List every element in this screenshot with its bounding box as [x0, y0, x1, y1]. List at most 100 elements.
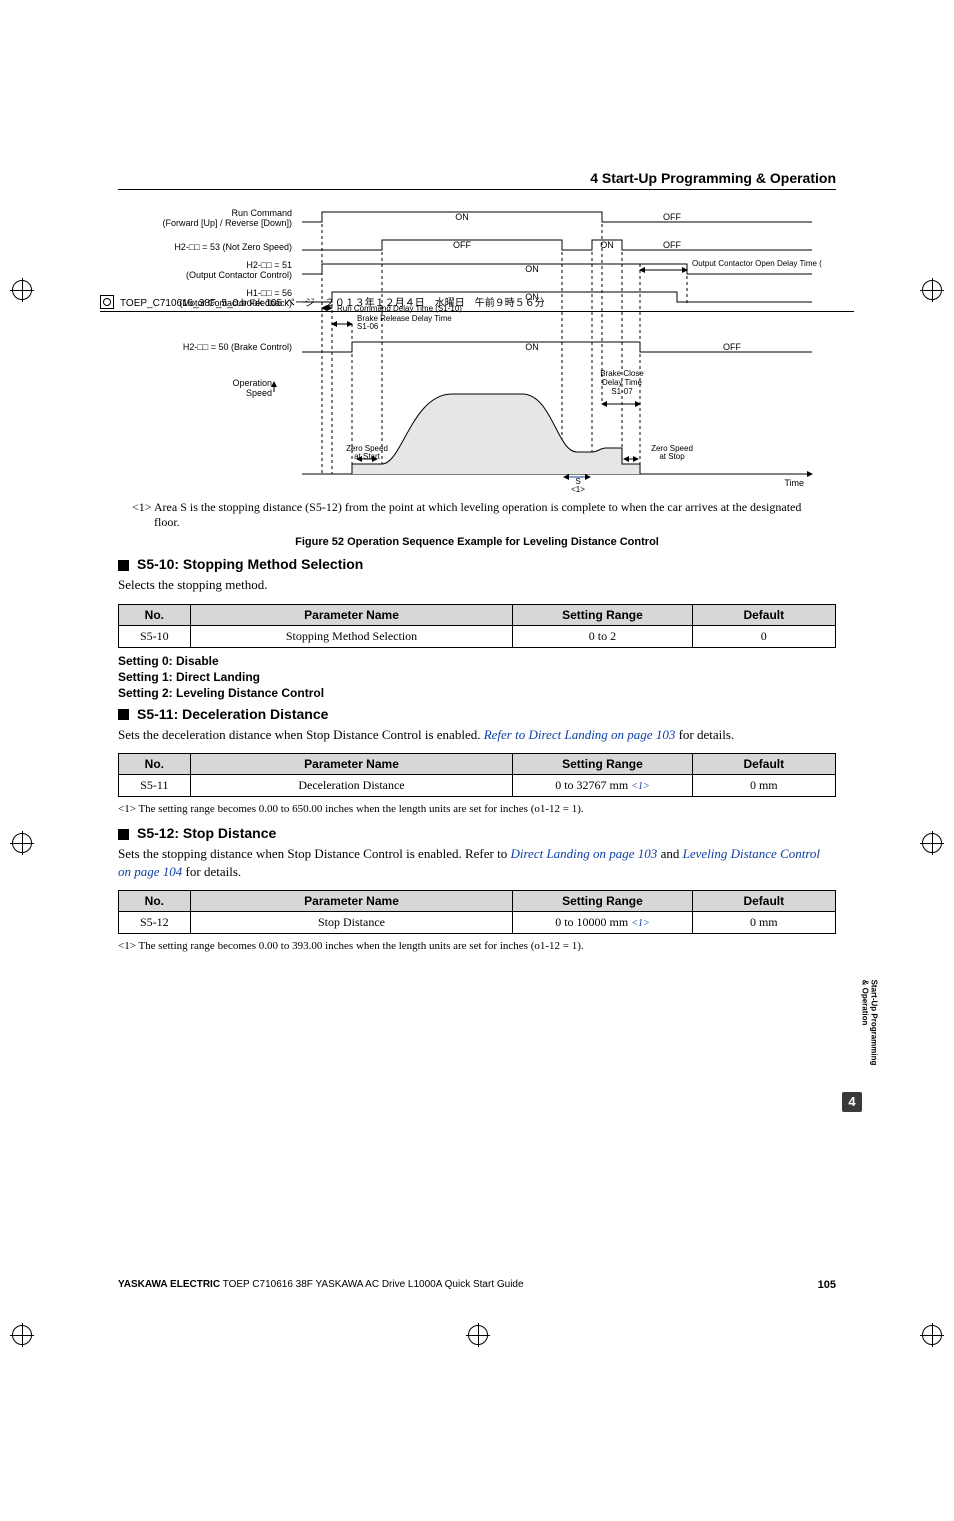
- th-name: Parameter Name: [190, 754, 513, 775]
- svg-text:Time: Time: [784, 478, 804, 488]
- svg-text:Delay Time: Delay Time: [602, 378, 643, 387]
- link-direct-landing-103b[interactable]: Direct Landing on page 103: [510, 846, 657, 861]
- figure-52-diagram: Run Command (Forward [Up] / Reverse [Dow…: [132, 204, 822, 494]
- table-row: S5-11 Deceleration Distance 0 to 32767 m…: [119, 775, 836, 797]
- row3-label-b: (Output Contactor Control): [186, 270, 292, 280]
- setting-1: Setting 1: Direct Landing: [118, 670, 836, 684]
- cell-range: 0 to 2: [513, 625, 692, 647]
- svg-text:S1-07: S1-07: [611, 387, 633, 396]
- square-bullet-icon: [118, 560, 129, 571]
- figure-note-1: <1> Area S is the stopping distance (S5-…: [132, 500, 806, 530]
- cell-range: 0 to 10000 mm <1>: [513, 912, 692, 934]
- th-def: Default: [692, 604, 835, 625]
- desc-s5-12-a: Sets the stopping distance when Stop Dis…: [118, 846, 510, 861]
- svg-text:ON: ON: [455, 212, 469, 222]
- row4-label-b: (Motor Contactor Feedback): [179, 298, 292, 308]
- row4-label-a: H1-□□ = 56: [246, 288, 292, 298]
- desc-s5-12-mid: and: [657, 846, 682, 861]
- cell-no: S5-11: [119, 775, 191, 797]
- svg-text:at Start: at Start: [354, 452, 381, 461]
- table-s5-10: No. Parameter Name Setting Range Default…: [118, 604, 836, 648]
- cell-no: S5-10: [119, 625, 191, 647]
- page-number: 105: [818, 1279, 836, 1291]
- figure-52-caption: Figure 52 Operation Sequence Example for…: [118, 536, 836, 548]
- th-name: Parameter Name: [190, 891, 513, 912]
- crop-target-ml: [12, 833, 32, 853]
- link-direct-landing-103[interactable]: Refer to Direct Landing on page 103: [484, 727, 676, 742]
- content-area: 4 Start-Up Programming & Operation Run C…: [118, 170, 836, 952]
- th-def: Default: [692, 754, 835, 775]
- setting-2: Setting 2: Leveling Distance Control: [118, 686, 836, 700]
- square-bullet-icon: [118, 709, 129, 720]
- th-range: Setting Range: [513, 891, 692, 912]
- svg-text:Brake Close: Brake Close: [600, 369, 644, 378]
- svg-text:OFF: OFF: [663, 240, 681, 250]
- table-row: S5-12 Stop Distance 0 to 10000 mm <1> 0 …: [119, 912, 836, 934]
- svg-text:OFF: OFF: [663, 212, 681, 222]
- footnote-s5-11: <1> The setting range becomes 0.00 to 65…: [118, 803, 836, 815]
- th-no: No.: [119, 891, 191, 912]
- footnote-s5-12: <1> The setting range becomes 0.00 to 39…: [118, 940, 836, 952]
- heading-s5-11: S5-11: Deceleration Distance: [118, 706, 836, 722]
- th-name: Parameter Name: [190, 604, 513, 625]
- cell-range: 0 to 32767 mm <1>: [513, 775, 692, 797]
- square-bullet-icon: [118, 829, 129, 840]
- crop-target-bc: [468, 1325, 488, 1345]
- svg-text:OFF: OFF: [723, 342, 741, 352]
- crop-target-tl: [12, 280, 32, 300]
- crop-target-tr: [922, 280, 942, 300]
- heading-s5-10: S5-10: Stopping Method Selection: [118, 556, 836, 572]
- running-header: 4 Start-Up Programming & Operation: [118, 170, 836, 190]
- footer-left: YASKAWA ELECTRIC TOEP C710616 38F YASKAW…: [118, 1279, 524, 1291]
- side-chapter-number: 4: [842, 1092, 862, 1112]
- svg-text:at Stop: at Stop: [659, 452, 685, 461]
- table-row: S5-10 Stopping Method Selection 0 to 2 0: [119, 625, 836, 647]
- heading-s5-12-text: S5-12: Stop Distance: [137, 825, 276, 841]
- desc-s5-12: Sets the stopping distance when Stop Dis…: [118, 845, 836, 880]
- heading-s5-12: S5-12: Stop Distance: [118, 825, 836, 841]
- desc-s5-11-a: Sets the deceleration distance when Stop…: [118, 727, 484, 742]
- cell-no: S5-12: [119, 912, 191, 934]
- desc-s5-11-b: for details.: [675, 727, 734, 742]
- desc-s5-12-b: for details.: [182, 864, 241, 879]
- cell-def: 0 mm: [692, 912, 835, 934]
- cell-def: 0 mm: [692, 775, 835, 797]
- svg-text:S1-06: S1-06: [357, 322, 379, 331]
- desc-s5-11: Sets the deceleration distance when Stop…: [118, 726, 836, 744]
- th-range: Setting Range: [513, 604, 692, 625]
- row2-label: H2-□□ = 53 (Not Zero Speed): [174, 242, 292, 252]
- th-range: Setting Range: [513, 754, 692, 775]
- row1-label-a: Run Command: [231, 208, 292, 218]
- crop-target-mr: [922, 833, 942, 853]
- th-def: Default: [692, 891, 835, 912]
- svg-text:OFF: OFF: [453, 240, 471, 250]
- desc-s5-10: Selects the stopping method.: [118, 576, 836, 594]
- cell-name: Stop Distance: [190, 912, 513, 934]
- heading-s5-10-text: S5-10: Stopping Method Selection: [137, 556, 363, 572]
- svg-text:ON: ON: [525, 292, 539, 302]
- svg-text:Run Command Delay Time (S1-10): Run Command Delay Time (S1-10): [337, 304, 462, 313]
- book-icon: [100, 295, 114, 309]
- page: TOEP_C710616_38F_5_0.book 105 ページ ２０１３年１…: [0, 170, 954, 1521]
- row1-label-b: (Forward [Up] / Reverse [Down]): [162, 218, 292, 228]
- crop-target-bl: [12, 1325, 32, 1345]
- row5-label: H2-□□ = 50 (Brake Control): [183, 342, 292, 352]
- svg-text:ON: ON: [525, 264, 539, 274]
- output-open-label: Output Contactor Open Delay Time (S1-11): [692, 259, 822, 268]
- cell-name: Stopping Method Selection: [190, 625, 513, 647]
- crop-target-br: [922, 1325, 942, 1345]
- svg-text:Speed: Speed: [246, 388, 272, 398]
- timing-diagram-svg: Run Command (Forward [Up] / Reverse [Dow…: [132, 204, 822, 494]
- th-no: No.: [119, 754, 191, 775]
- svg-text:Operation: Operation: [232, 378, 272, 388]
- svg-text:<1>: <1>: [571, 485, 585, 494]
- th-no: No.: [119, 604, 191, 625]
- cell-def: 0: [692, 625, 835, 647]
- table-s5-12: No. Parameter Name Setting Range Default…: [118, 890, 836, 934]
- row3-label-a: H2-□□ = 51: [246, 260, 292, 270]
- page-footer: YASKAWA ELECTRIC TOEP C710616 38F YASKAW…: [118, 1279, 836, 1291]
- table-s5-11: No. Parameter Name Setting Range Default…: [118, 753, 836, 797]
- side-tab: Start-Up Programming& Operation: [844, 980, 860, 1090]
- svg-text:ON: ON: [525, 342, 539, 352]
- side-tab-text: Start-Up Programming& Operation: [860, 980, 878, 1090]
